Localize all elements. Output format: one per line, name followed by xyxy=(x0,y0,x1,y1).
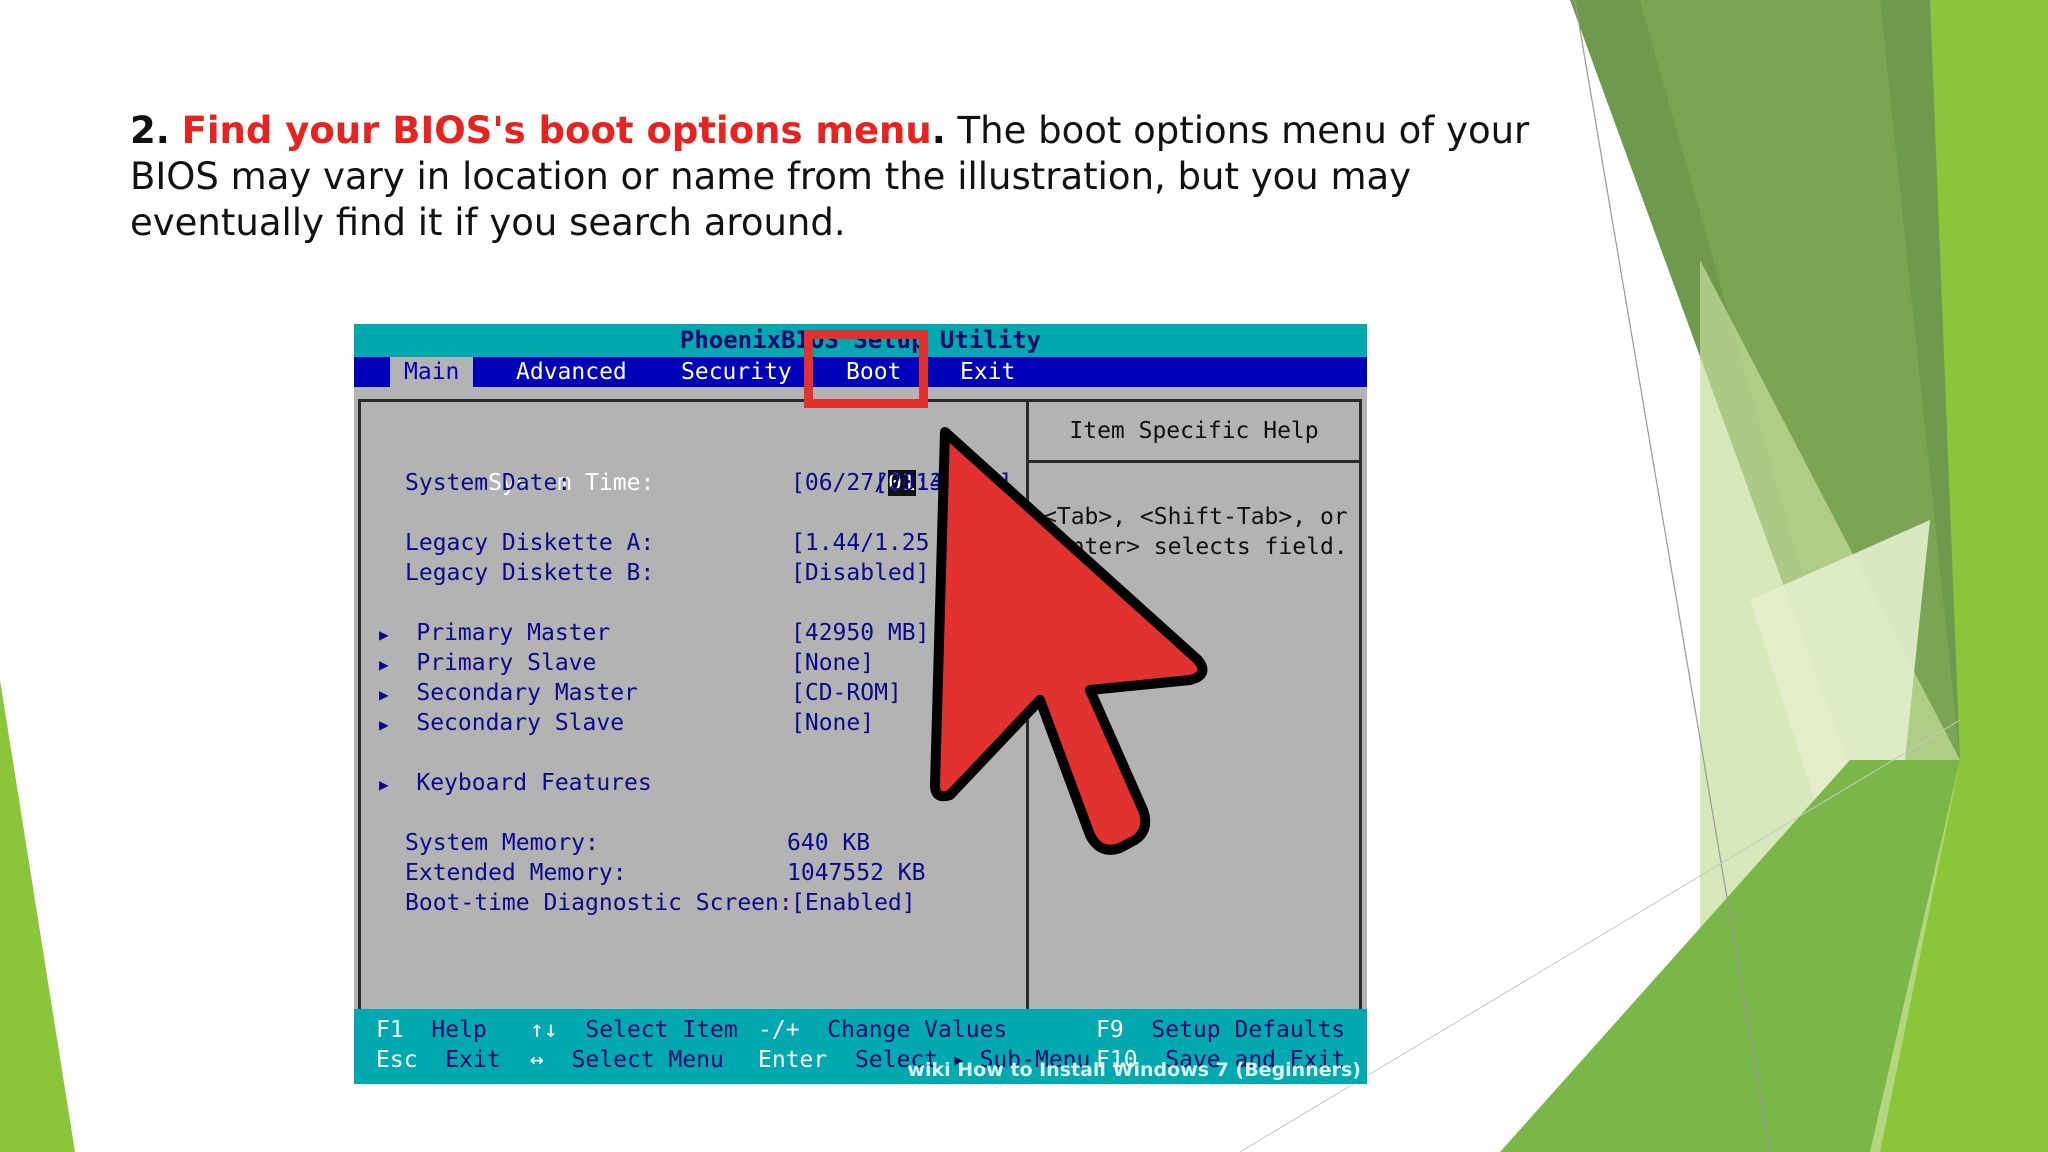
mouse-pointer-arrow-icon xyxy=(930,427,1208,855)
